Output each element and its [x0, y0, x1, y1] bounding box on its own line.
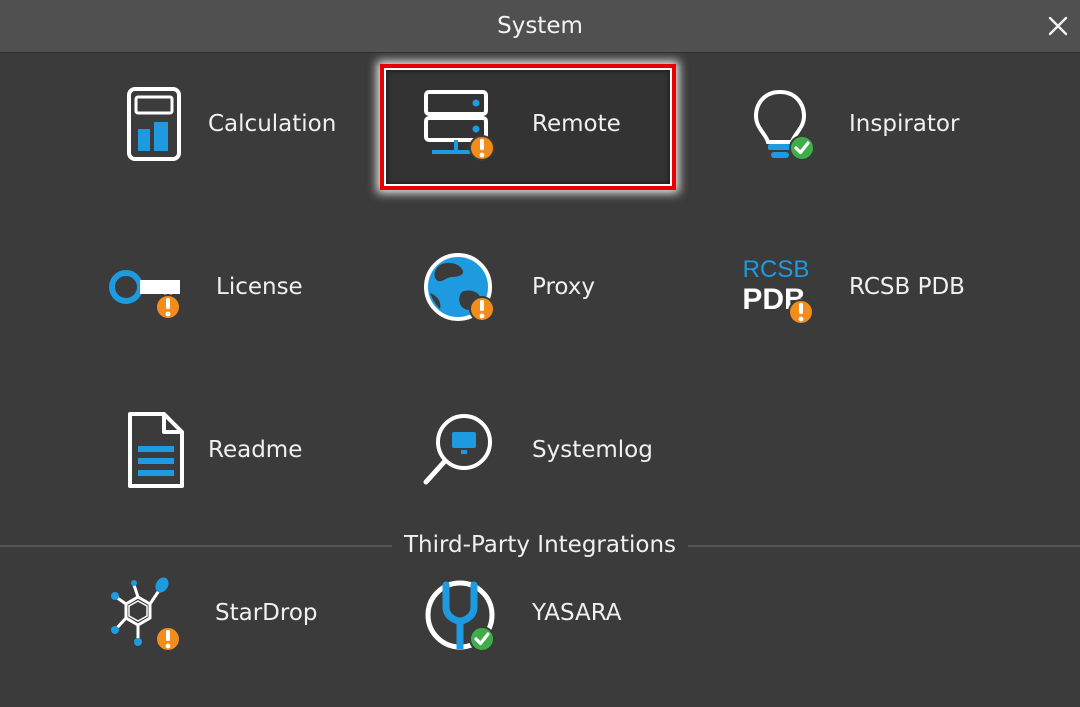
close-icon	[1048, 16, 1068, 36]
tile-stardrop[interactable]: StarDrop	[88, 553, 388, 673]
system-window: System Calculation Remote Inspirator Lic…	[0, 0, 1080, 707]
tile-label: License	[216, 274, 303, 300]
rcsb-logo-text: RCSB	[743, 256, 810, 283]
lightbulb-icon	[753, 89, 815, 161]
warning-badge	[788, 299, 814, 325]
tile-label: Inspirator	[849, 111, 960, 137]
tile-inspirator[interactable]: Inspirator	[720, 64, 1020, 184]
document-icon	[128, 412, 184, 488]
warning-badge	[469, 135, 495, 161]
ok-badge	[789, 135, 815, 161]
tile-label: Readme	[208, 437, 303, 463]
magnifier-monitor-icon	[423, 414, 492, 485]
tile-label: Proxy	[532, 274, 596, 300]
ok-badge	[469, 626, 495, 652]
tile-rcsb-pdb[interactable]: RCSB PDB RCSB PDB	[720, 227, 1020, 347]
window-title: System	[497, 13, 583, 39]
tile-systemlog[interactable]: Systemlog	[386, 390, 686, 510]
tile-label: Systemlog	[532, 437, 653, 463]
warning-badge	[469, 296, 495, 322]
title-bar: System	[0, 0, 1080, 53]
calculator-icon	[127, 87, 181, 161]
globe-icon	[424, 253, 495, 322]
tile-remote[interactable]: Remote	[386, 64, 686, 184]
tile-label: Calculation	[208, 111, 337, 137]
tile-label: Remote	[532, 111, 621, 137]
molecule-icon	[111, 577, 181, 652]
warning-badge	[155, 294, 181, 320]
rcsb-pdb-logo: RCSB PDB	[742, 256, 814, 325]
close-button[interactable]	[1044, 12, 1072, 40]
tile-license[interactable]: License	[88, 227, 388, 347]
tile-label: StarDrop	[215, 600, 318, 626]
tile-calculation[interactable]: Calculation	[88, 64, 388, 184]
key-icon	[109, 270, 181, 320]
tile-label: RCSB PDB	[849, 274, 965, 300]
tile-label: YASARA	[532, 600, 622, 626]
warning-badge	[155, 626, 181, 652]
tile-proxy[interactable]: Proxy	[386, 227, 686, 347]
yasara-icon	[425, 580, 495, 652]
tile-yasara[interactable]: YASARA	[386, 553, 686, 673]
server-icon	[424, 90, 495, 161]
tile-readme[interactable]: Readme	[88, 390, 388, 510]
